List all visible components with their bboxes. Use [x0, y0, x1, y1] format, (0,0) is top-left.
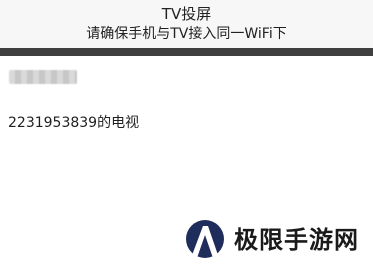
blurred-text-item	[9, 70, 77, 84]
site-watermark: 极限手游网	[183, 217, 373, 263]
page-title: TV投屏	[161, 5, 212, 23]
watermark-text: 极限手游网	[234, 225, 359, 254]
page-subtitle: 请确保手机与TV接入同一WiFi下	[86, 26, 287, 42]
watermark-logo-icon	[186, 220, 224, 258]
dialog-header: TV投屏 请确保手机与TV接入同一WiFi下	[0, 0, 373, 48]
device-list-item[interactable]: 2231953839的电视	[8, 112, 139, 134]
header-divider	[0, 48, 373, 56]
